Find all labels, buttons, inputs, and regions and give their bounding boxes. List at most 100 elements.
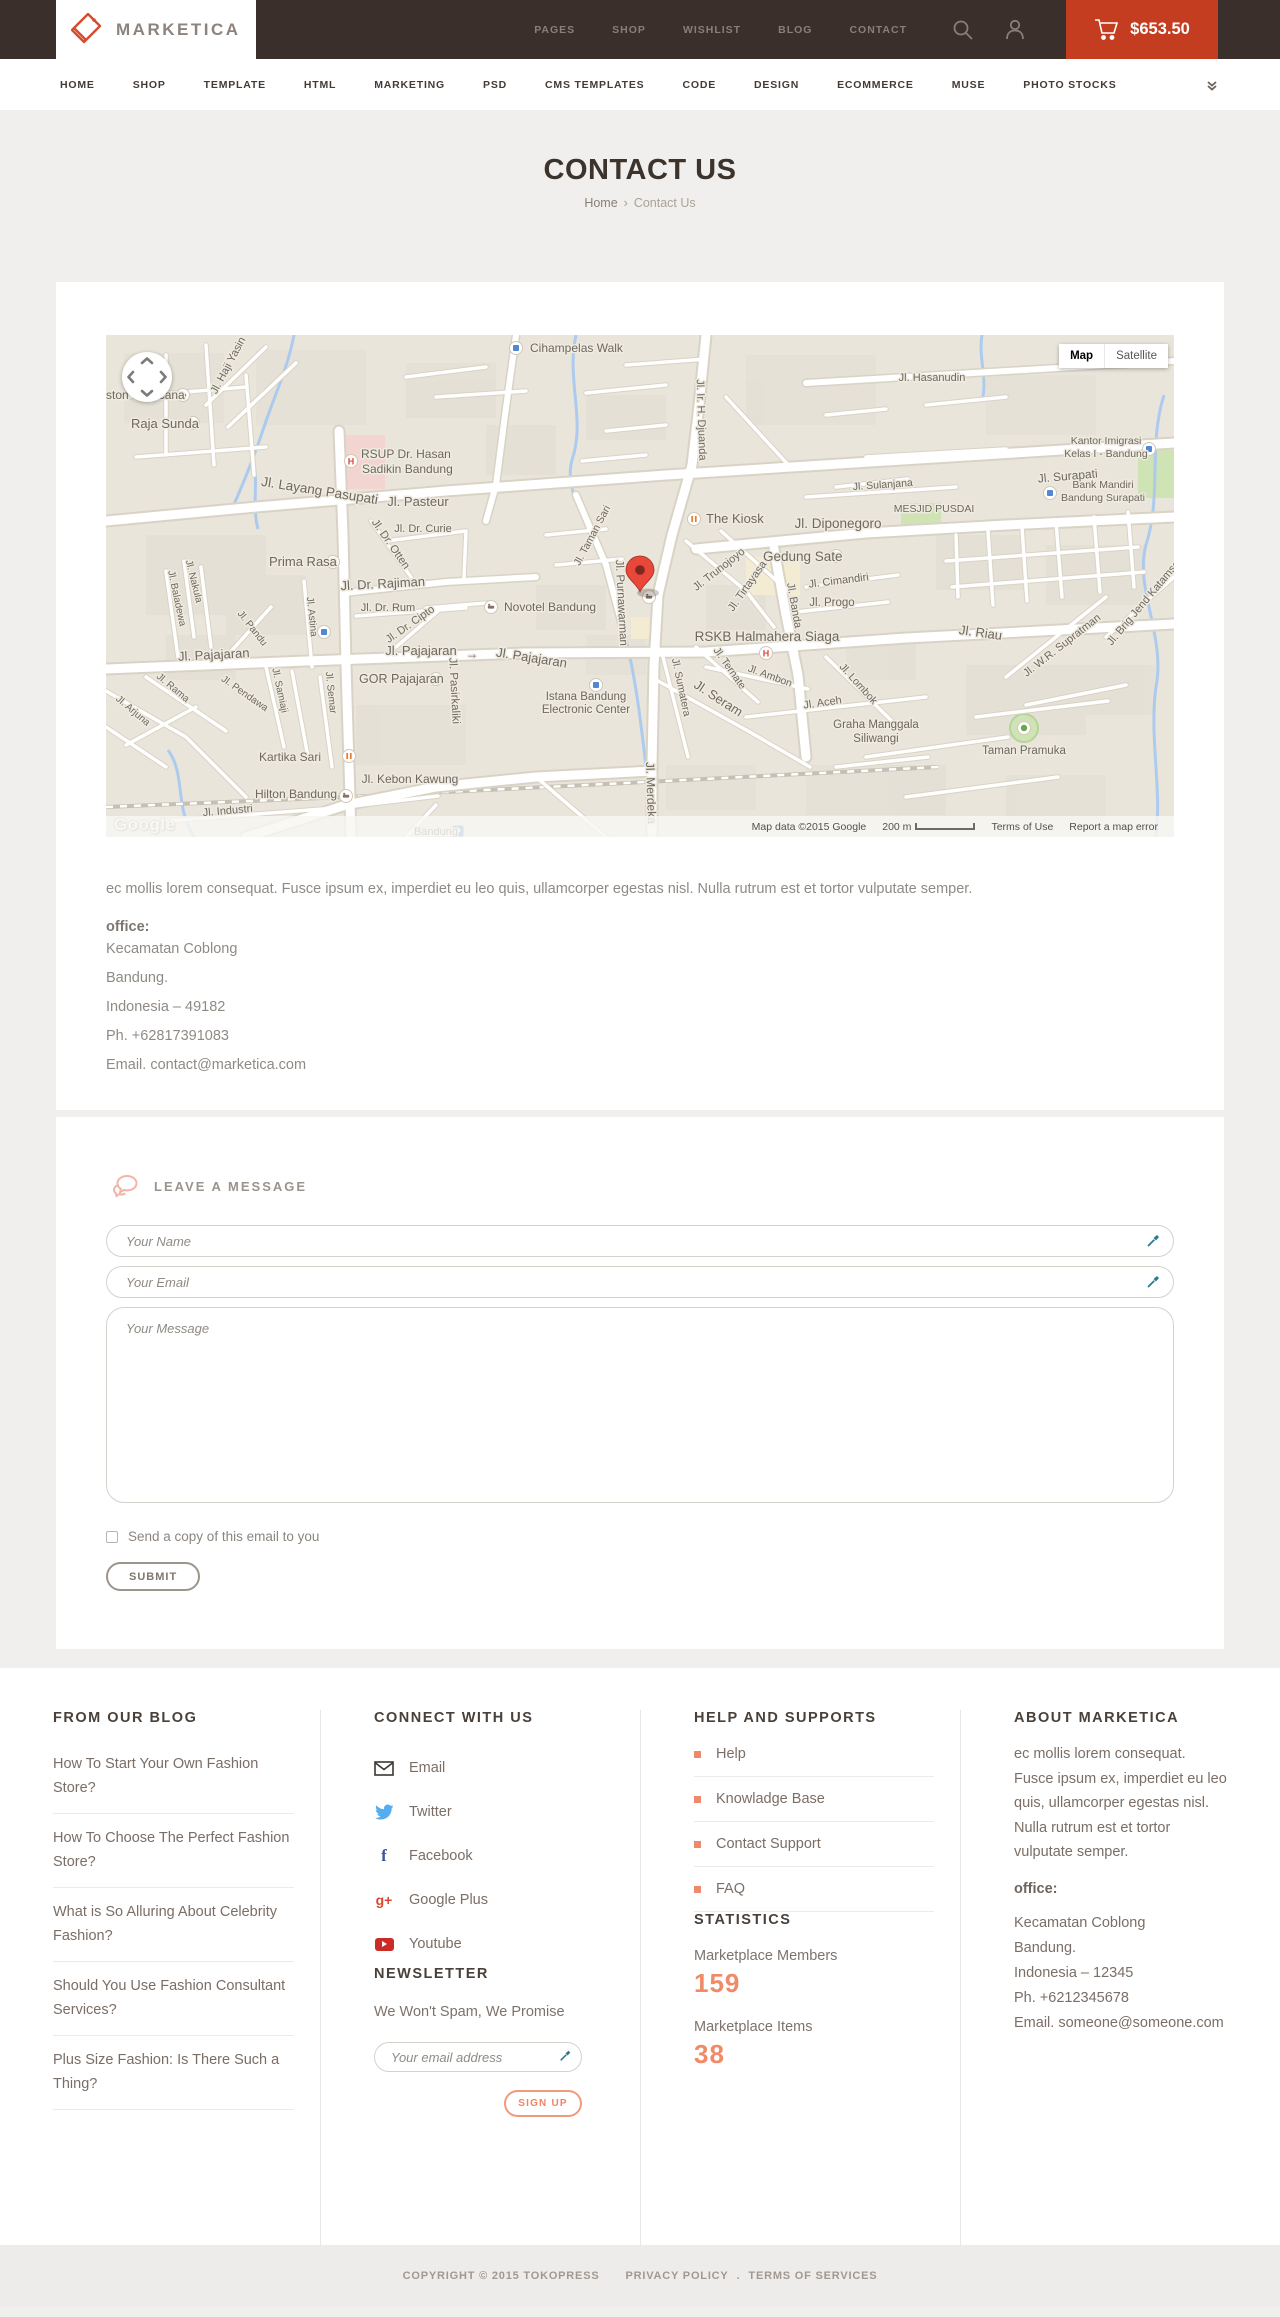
topnav-item-shop[interactable]: SHOP — [612, 24, 646, 36]
subnav-item-home[interactable]: HOME — [60, 79, 95, 91]
signup-button[interactable]: SIGN UP — [504, 2090, 582, 2117]
newsletter-tagline: We Won't Spam, We Promise — [374, 2004, 565, 2020]
search-icon[interactable] — [951, 18, 974, 41]
chevron-down-icon[interactable] — [1206, 79, 1218, 91]
message-form-card: LEAVE A MESSAGE Send a copy of this emai… — [56, 1117, 1224, 1649]
footer-blog-title: FROM OUR BLOG — [53, 1710, 198, 1726]
send-copy-checkbox[interactable] — [106, 1530, 118, 1543]
blog-post-link[interactable]: How To Start Your Own Fashion Store? — [53, 1752, 294, 1800]
google-map[interactable]: HH Cihampelas Walk Jl. Hasanudin Jl. Ir. H… — [106, 335, 1174, 837]
social-link-label: Twitter — [409, 1804, 452, 1820]
copyright-bar: COPYRIGHT © 2015 TOKOPRESS PRIVACY POLIC… — [0, 2245, 1280, 2306]
square-bullet-icon — [694, 1840, 701, 1848]
topnav-item-wishlist[interactable]: WISHLIST — [683, 24, 741, 36]
map-report-error-link[interactable]: Report a map error — [1069, 821, 1158, 833]
subnav-item-ecommerce[interactable]: ECOMMERCE — [837, 79, 914, 91]
map-type-map-button[interactable]: Map — [1059, 344, 1105, 368]
svg-text:Bank Mandiri: Bank Mandiri — [1072, 479, 1133, 491]
svg-text:Cihampelas Walk: Cihampelas Walk — [530, 341, 624, 355]
svg-text:Siliwangi: Siliwangi — [853, 733, 898, 745]
subnav-item-photo-stocks[interactable]: PHOTO STOCKS — [1023, 79, 1116, 91]
office-address-line: Indonesia – 49182 — [106, 999, 226, 1015]
subnav-item-marketing[interactable]: MARKETING — [374, 79, 445, 91]
account-icon[interactable] — [1004, 18, 1026, 41]
food-poi-icon — [342, 749, 356, 763]
statistics-title: STATISTICS — [694, 1912, 792, 1928]
subnav-item-psd[interactable]: PSD — [483, 79, 507, 91]
help-link-label: Contact Support — [716, 1836, 821, 1852]
newsletter-email-input[interactable] — [374, 2042, 582, 2072]
help-link-knowladge-base[interactable]: Knowladge Base — [694, 1777, 934, 1822]
subnav-item-shop[interactable]: SHOP — [133, 79, 166, 91]
submit-button[interactable]: SUBMIT — [106, 1562, 201, 1591]
svg-text:Jl. Pasteur: Jl. Pasteur — [387, 494, 449, 509]
blog-post-link[interactable]: What is So Alluring About Celebrity Fash… — [53, 1900, 294, 1948]
svg-text:Jl. Dr. Curie: Jl. Dr. Curie — [394, 523, 451, 535]
terms-link[interactable]: TERMS OF SERVICES — [748, 2270, 877, 2282]
subnav-item-muse[interactable]: MUSE — [952, 79, 986, 91]
blog-post-link[interactable]: Plus Size Fashion: Is There Such a Thing… — [53, 2048, 294, 2096]
social-link-email[interactable]: Email — [374, 1746, 614, 1790]
hotel-poi-icon — [484, 600, 498, 614]
message-textarea[interactable] — [106, 1307, 1174, 1503]
social-link-facebook[interactable]: f Facebook — [374, 1834, 614, 1878]
send-copy-row[interactable]: Send a copy of this email to you — [106, 1529, 319, 1544]
breadcrumb-home-link[interactable]: Home — [584, 196, 617, 210]
cart-button[interactable]: $653.50 — [1066, 0, 1218, 59]
svg-text:Istana Bandung: Istana Bandung — [546, 691, 627, 703]
subnav-item-code[interactable]: CODE — [682, 79, 716, 91]
svg-text:Novotel Bandung: Novotel Bandung — [504, 600, 596, 614]
facebook-icon: f — [381, 1846, 387, 1865]
about-address-line: Kecamatan Coblong — [1014, 1915, 1146, 1931]
topnav-item-blog[interactable]: BLOG — [778, 24, 812, 36]
blog-post-link[interactable]: Should You Use Fashion Consultant Servic… — [53, 1974, 294, 2022]
svg-text:Taman Pramuka: Taman Pramuka — [982, 745, 1066, 757]
park-poi-icon — [1017, 721, 1031, 735]
name-input[interactable] — [106, 1225, 1174, 1257]
stat-value: 38 — [694, 2039, 725, 2069]
map-scale: 200 m — [882, 821, 976, 833]
stat-value: 159 — [694, 1968, 741, 1998]
logo[interactable]: MARKETICA — [56, 0, 256, 59]
social-links-list: Email Twitter f Facebook g+ Google Plus Youtub… — [374, 1746, 614, 1966]
page-title: CONTACT US — [543, 154, 737, 186]
svg-text:Jl. Pajajaran: Jl. Pajajaran — [385, 643, 457, 658]
shop-poi-icon — [589, 678, 603, 692]
stat-label: Marketplace Items — [694, 2019, 813, 2035]
hotel-poi-icon — [339, 789, 353, 803]
svg-text:The Kiosk: The Kiosk — [706, 511, 764, 526]
food-poi-icon — [687, 512, 701, 526]
help-link-faq[interactable]: FAQ — [694, 1867, 934, 1912]
email-field-wrap — [106, 1266, 1174, 1298]
map-terms-link[interactable]: Terms of Use — [991, 821, 1053, 833]
social-link-label: Youtube — [409, 1936, 462, 1952]
footer: FROM OUR BLOG How To Start Your Own Fash… — [0, 1668, 1280, 2306]
policy-separator: . — [736, 2269, 741, 2282]
map-type-satellite-button[interactable]: Satellite — [1104, 344, 1168, 368]
map-pan-control[interactable] — [122, 352, 172, 402]
subnav-item-design[interactable]: DESIGN — [754, 79, 799, 91]
social-link-youtube[interactable]: Youtube — [374, 1922, 614, 1966]
top-header: MARKETICA PAGES SHOP WISHLIST BLOG CONTACT $… — [0, 0, 1280, 59]
social-link-google-plus[interactable]: g+ Google Plus — [374, 1878, 614, 1922]
topnav-item-contact[interactable]: CONTACT — [849, 24, 907, 36]
help-link-label: FAQ — [716, 1881, 746, 1897]
subnav-item-html[interactable]: HTML — [304, 79, 336, 91]
about-address-line: Ph. +6212345678 — [1014, 1990, 1129, 2006]
office-address-line: Ph. +62817391083 — [106, 1028, 229, 1044]
email-input[interactable] — [106, 1266, 1174, 1298]
topnav-item-pages[interactable]: PAGES — [534, 24, 575, 36]
social-link-twitter[interactable]: Twitter — [374, 1790, 614, 1834]
subnav-item-cms-templates[interactable]: CMS TEMPLATES — [545, 79, 644, 91]
help-link-help[interactable]: Help — [694, 1732, 934, 1777]
blog-post-link[interactable]: How To Choose The Perfect Fashion Store? — [53, 1826, 294, 1874]
help-links-list: Help Knowladge Base Contact Support FAQ — [694, 1732, 934, 1912]
newsletter-title: NEWSLETTER — [374, 1966, 489, 1982]
svg-text:H: H — [348, 456, 355, 466]
subnav-item-template[interactable]: TEMPLATE — [204, 79, 266, 91]
help-link-contact-support[interactable]: Contact Support — [694, 1822, 934, 1867]
svg-text:RSKB Halmahera Siaga: RSKB Halmahera Siaga — [695, 629, 840, 644]
privacy-policy-link[interactable]: PRIVACY POLICY — [625, 2270, 728, 2282]
svg-text:Kelas I - Bandung: Kelas I - Bandung — [1064, 448, 1148, 460]
help-link-label: Help — [716, 1746, 746, 1762]
